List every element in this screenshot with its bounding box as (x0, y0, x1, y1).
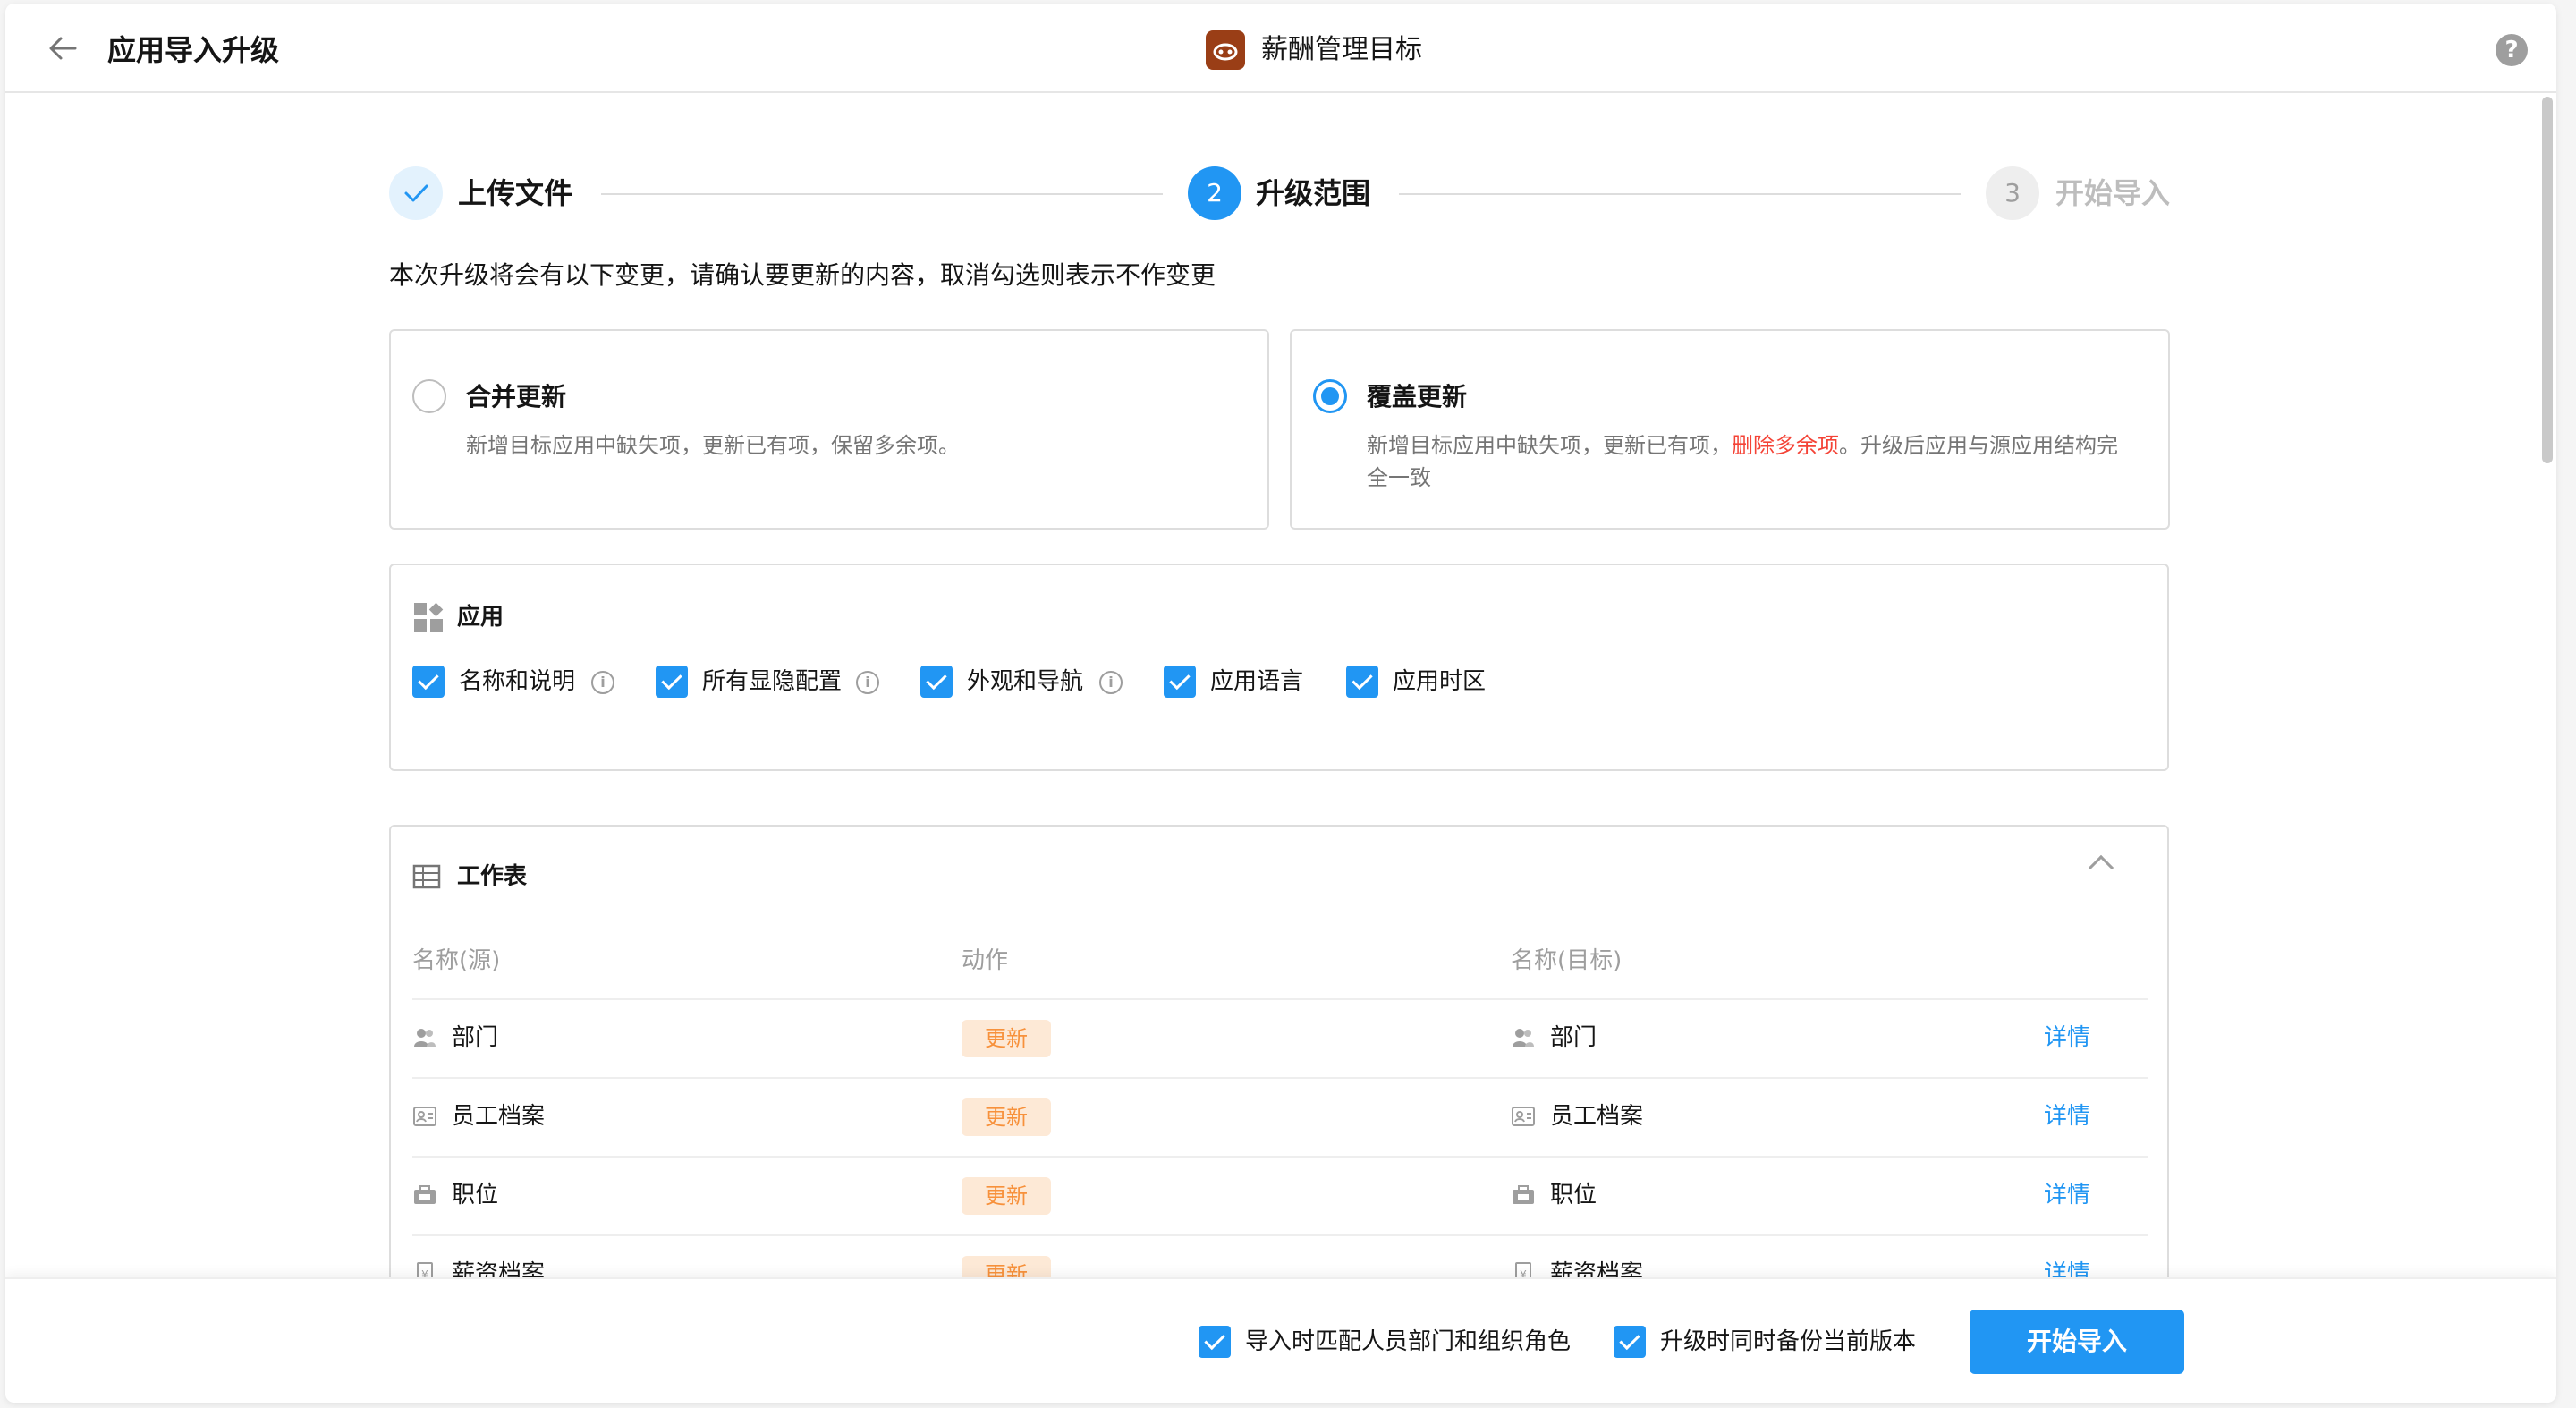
group-icon (414, 1029, 436, 1047)
help-icon[interactable]: ? (2496, 34, 2528, 66)
overwrite-desc-part1: 新增目标应用中缺失项，更新已有项， (1367, 433, 1732, 458)
row-source-name: 职位 (452, 1182, 499, 1209)
row-source-name: 部门 (452, 1024, 499, 1051)
checkbox-timezone[interactable] (1346, 666, 1378, 698)
col-header-action: 动作 (962, 947, 1009, 974)
merge-radio[interactable] (412, 379, 446, 413)
detail-link[interactable]: 详情 (2044, 1179, 2090, 1211)
detail-link[interactable]: 详情 (2044, 1022, 2090, 1054)
checkbox-name-desc[interactable] (412, 666, 445, 698)
action-badge: 更新 (962, 1020, 1051, 1057)
info-icon[interactable]: i (591, 671, 614, 694)
footer-bar: 导入时匹配人员部门和组织角色 升级时同时备份当前版本 开始导入 (5, 1277, 2556, 1403)
step-2-label: 升级范围 (1256, 176, 1371, 210)
row-target-name: 员工档案 (1550, 1103, 1644, 1130)
label-backup: 升级时同时备份当前版本 (1660, 1328, 1917, 1355)
overwrite-title: 覆盖更新 (1367, 382, 1468, 411)
label-timezone: 应用时区 (1393, 668, 1487, 695)
overwrite-desc: 新增目标应用中缺失项，更新已有项，删除多余项。升级后应用与源应用结构完全一致 (1367, 429, 2136, 494)
detail-link[interactable]: 详情 (2044, 1100, 2090, 1132)
row-source-name: 员工档案 (452, 1103, 546, 1130)
step-1-done-icon (389, 166, 443, 220)
overwrite-update-option[interactable]: 覆盖更新 新增目标应用中缺失项，更新已有项，删除多余项。升级后应用与源应用结构完… (1290, 329, 2170, 530)
info-icon[interactable]: i (856, 671, 879, 694)
action-badge: 更新 (962, 1177, 1051, 1215)
step-3-number: 3 (1986, 166, 2039, 220)
start-import-button[interactable]: 开始导入 (1970, 1310, 2184, 1374)
label-appearance: 外观和导航 (967, 668, 1084, 695)
overwrite-radio[interactable] (1313, 379, 1347, 413)
merge-title: 合并更新 (466, 382, 567, 411)
collapse-chevron-icon[interactable] (2088, 854, 2114, 881)
table-row: 员工档案 更新 员工档案 详情 (412, 1077, 2148, 1156)
action-badge: 更新 (962, 1098, 1051, 1136)
info-icon[interactable]: i (1099, 671, 1123, 694)
step-1-label: 上传文件 (458, 176, 573, 210)
app-grid-icon (414, 602, 444, 632)
checkbox-match-members[interactable] (1199, 1326, 1231, 1358)
app-settings-section: 应用 名称和说明 i 所有显隐配置 i 外观和导航 i 应用语言 应用时区 (389, 564, 2169, 771)
overwrite-desc-warning: 删除多余项 (1732, 433, 1839, 458)
group-icon (1513, 1029, 1534, 1047)
scrollbar-thumb[interactable] (2542, 97, 2553, 463)
step-connector (1399, 193, 1961, 195)
table-icon (412, 864, 441, 889)
col-header-target: 名称(目标) (1511, 947, 1623, 974)
page-title: 应用导入升级 (107, 33, 280, 67)
briefcase-icon (414, 1185, 436, 1204)
table-row: 部门 更新 部门 详情 (412, 998, 2148, 1077)
app-window: 应用导入升级 薪酬管理目标 ? 上传文件 2 升级范围 3 开始导入 本次升级将… (5, 4, 2556, 1403)
briefcase-icon (1513, 1185, 1534, 1204)
step-3-label: 开始导入 (2055, 176, 2171, 210)
checkbox-visibility[interactable] (656, 666, 688, 698)
checkbox-language[interactable] (1164, 666, 1196, 698)
step-connector (601, 193, 1163, 195)
intro-text: 本次升级将会有以下变更，请确认要更新的内容，取消勾选则表示不作变更 (389, 260, 1216, 290)
label-language: 应用语言 (1210, 668, 1304, 695)
checkbox-backup[interactable] (1614, 1326, 1646, 1358)
merge-desc: 新增目标应用中缺失项，更新已有项，保留多余项。 (466, 433, 960, 458)
label-match-members: 导入时匹配人员部门和组织角色 (1245, 1328, 1572, 1355)
checkbox-appearance[interactable] (920, 666, 953, 698)
label-visibility: 所有显隐配置 (702, 668, 843, 695)
app-name: 薪酬管理目标 (1261, 34, 1422, 65)
row-target-name: 职位 (1550, 1182, 1597, 1209)
back-arrow-icon[interactable] (45, 30, 80, 66)
top-bar: 应用导入升级 薪酬管理目标 ? (5, 4, 2556, 93)
table-row: 职位 更新 职位 详情 (412, 1156, 2148, 1234)
label-name-desc: 名称和说明 (459, 668, 576, 695)
row-target-name: 部门 (1550, 1024, 1597, 1051)
id-card-icon (413, 1107, 436, 1126)
col-header-source: 名称(源) (412, 947, 501, 974)
worksheet-section-title: 工作表 (457, 863, 528, 890)
merge-update-option[interactable]: 合并更新 新增目标应用中缺失项，更新已有项，保留多余项。 (389, 329, 1269, 530)
app-logo-icon (1206, 30, 1245, 70)
step-2-number: 2 (1188, 166, 1241, 220)
id-card-icon (1512, 1107, 1535, 1126)
app-section-title: 应用 (457, 604, 504, 631)
